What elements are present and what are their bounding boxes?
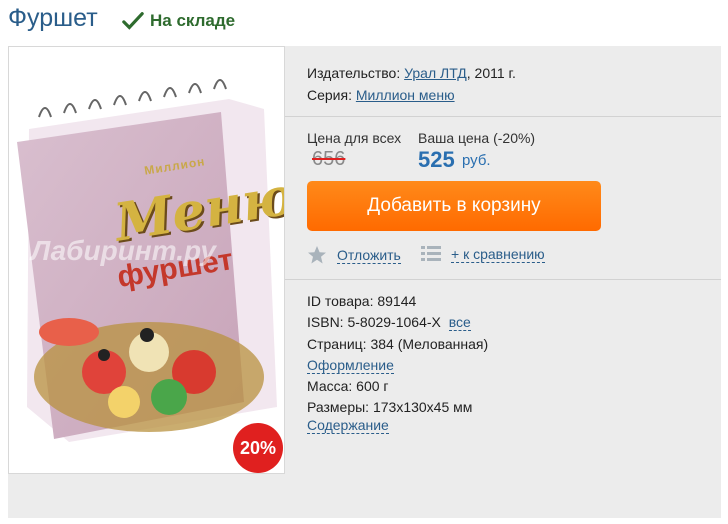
product-title: Фуршет (8, 4, 98, 32)
postpone-action[interactable]: Отложить (307, 245, 401, 265)
pages-line: Страниц: 384 (Мелованная) (307, 336, 489, 352)
series-link[interactable]: Миллион меню (356, 87, 455, 103)
isbn-value: ISBN: 5-8029-1064-X (307, 314, 441, 330)
contents-link-line: Содержание (307, 417, 389, 434)
list-icon (421, 246, 441, 261)
stock-status: На складе (122, 10, 235, 32)
series-line: Серия: Миллион меню (307, 87, 455, 103)
design-link-line: Оформление (307, 357, 394, 374)
divider (285, 279, 721, 280)
publisher-year: , 2011 г. (466, 65, 516, 81)
compare-link[interactable]: + к сравнению (451, 246, 545, 263)
size-line: Размеры: 173x130x45 мм (307, 399, 473, 415)
regular-price: 656 (312, 148, 346, 170)
publisher-line: Издательство: Урал ЛТД, 2011 г. (307, 65, 516, 81)
postpone-link[interactable]: Отложить (337, 247, 401, 264)
cover-watermark: Лабиринт.ру (31, 235, 216, 266)
product-id: ID товара: 89144 (307, 293, 417, 309)
isbn-all-link[interactable]: все (448, 314, 471, 331)
product-panel: Миллион Меню фуршет Лабиринт.ру 20% Изда… (8, 46, 721, 518)
stock-status-label: На складе (150, 11, 236, 30)
weight-line: Масса: 600 г (307, 378, 389, 394)
contents-link[interactable]: Содержание (307, 417, 389, 434)
star-icon (308, 246, 326, 264)
regular-price-label: Цена для всех (307, 130, 402, 146)
checkmark-icon (122, 12, 144, 30)
divider (285, 116, 721, 117)
compare-action[interactable]: + к сравнению (421, 245, 545, 263)
your-price-label: Ваша цена (-20%) (418, 130, 536, 146)
series-label: Серия: (307, 87, 352, 103)
isbn-line: ISBN: 5-8029-1064-X все (307, 314, 471, 331)
book-cover-image[interactable]: Миллион Меню фуршет Лабиринт.ру 20% (8, 46, 285, 474)
publisher-label: Издательство: (307, 65, 401, 81)
add-to-cart-button[interactable]: Добавить в корзину (307, 181, 601, 231)
discount-badge: 20% (233, 423, 283, 473)
design-link[interactable]: Оформление (307, 357, 394, 374)
your-price: 525 (418, 147, 455, 172)
price-currency: руб. (462, 152, 491, 169)
page-header: Фуршет На складе (0, 0, 728, 44)
publisher-link[interactable]: Урал ЛТД (404, 65, 467, 81)
